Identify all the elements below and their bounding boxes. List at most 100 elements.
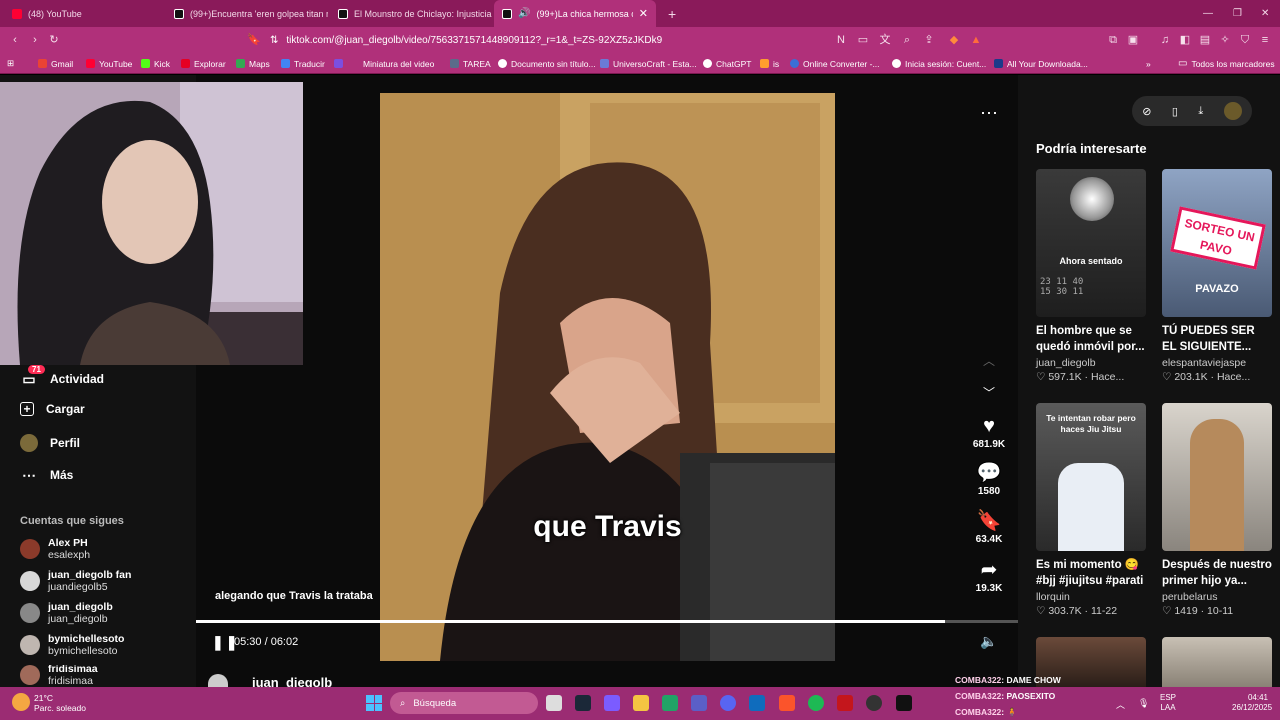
following-account[interactable]: bymichellesoto bymichellesoto: [20, 633, 124, 657]
teams-icon[interactable]: [691, 695, 707, 711]
previous-video-icon[interactable]: ︿: [983, 352, 995, 369]
more-options-icon[interactable]: ⋯: [980, 104, 998, 122]
close-tab-icon[interactable]: ✕: [639, 7, 648, 20]
video-progress-track[interactable]: [196, 620, 1018, 623]
apps-icon[interactable]: ⊞: [7, 57, 14, 70]
like-button[interactable]: ♥ 681.9K: [968, 415, 1010, 450]
sidebar-item-cargar[interactable]: + Cargar: [20, 402, 85, 416]
extensions-icon[interactable]: ⧉: [1106, 33, 1120, 47]
following-account[interactable]: juan_diegolb juan_diegolb: [20, 601, 113, 625]
ghub-icon[interactable]: [896, 695, 912, 711]
youtube-icon: [12, 8, 22, 19]
bookmark-documento[interactable]: Documento sin título...: [498, 57, 596, 70]
zoom-icon[interactable]: ⌕: [900, 33, 914, 47]
bookmark-maps[interactable]: Maps: [236, 57, 270, 70]
media-icon[interactable]: ♫: [1158, 33, 1172, 47]
bookmark-page-icon[interactable]: 🔖: [247, 33, 261, 47]
maximize-button[interactable]: ❐: [1225, 0, 1249, 27]
brave-icon[interactable]: [779, 695, 795, 711]
obs-icon[interactable]: [866, 695, 882, 711]
bookmark-all-your-downloads[interactable]: All Your Downloada...: [994, 57, 1088, 70]
recommend-card-partial[interactable]: [1162, 637, 1272, 687]
author-name[interactable]: juan_diegolb: [252, 675, 332, 687]
bookmark-miniatura[interactable]: Miniatura del video: [334, 57, 434, 70]
taskbar-search[interactable]: ⌕ Búsqueda: [390, 692, 538, 714]
following-account[interactable]: juan_diegolb fan juandiegolb5: [20, 569, 131, 593]
close-window-button[interactable]: ✕: [1253, 0, 1277, 27]
tab-tiktok-1[interactable]: (99+)Encuentra 'eren golpea titan m: [166, 0, 328, 27]
download-icon[interactable]: ⤓: [1198, 105, 1203, 118]
bookmark-tarea[interactable]: TAREA: [450, 57, 491, 70]
bookmark-is[interactable]: is: [760, 57, 779, 70]
share-icon[interactable]: ⇪: [922, 33, 936, 47]
following-account[interactable]: fridisimaa fridisimaa: [20, 665, 98, 685]
discord-icon[interactable]: [720, 695, 736, 711]
bookmark-universocraft[interactable]: UniversoCraft - Esta...: [600, 57, 697, 70]
excel-icon[interactable]: [662, 695, 678, 711]
clock[interactable]: 04:41 26/12/2025: [1232, 693, 1272, 713]
task-view-icon[interactable]: [546, 695, 562, 711]
bookmark-traducir[interactable]: Traducir: [281, 57, 325, 70]
file-explorer-icon[interactable]: [633, 695, 649, 711]
sidebar-item-mas[interactable]: ⋯ Más: [20, 466, 73, 484]
volume-icon[interactable]: 🔈: [980, 633, 997, 650]
user-avatar[interactable]: [1223, 102, 1242, 120]
game-icon[interactable]: [837, 695, 853, 711]
recommend-card[interactable]: Ahora sentado 23 11 40 15 30 11 El hombr…: [1036, 169, 1146, 383]
video-frame[interactable]: [380, 93, 835, 661]
leo-icon[interactable]: ✧: [1218, 33, 1232, 47]
windows-start-icon[interactable]: [366, 695, 382, 711]
cast-icon[interactable]: ▭: [856, 33, 870, 47]
comment-button[interactable]: 💬 1580: [968, 462, 1010, 497]
back-icon[interactable]: ‹: [8, 33, 22, 47]
recommend-card[interactable]: Después de nuestro primer hijo ya... per…: [1162, 403, 1272, 617]
bookmark-online-converter[interactable]: Online Converter -...: [790, 57, 880, 70]
bookmark-chatgpt[interactable]: ChatGPT: [703, 57, 751, 70]
bookmark-youtube[interactable]: YouTube: [86, 57, 132, 70]
sidebar-item-actividad[interactable]: ▭ 71 Actividad: [20, 365, 104, 388]
tray-chevron-icon[interactable]: ︿: [1116, 698, 1125, 711]
share-button[interactable]: ➦ 19.3K: [968, 559, 1010, 594]
weather-widget[interactable]: 21°C Parc. soleado: [34, 693, 86, 713]
next-video-icon[interactable]: ﹀: [983, 384, 995, 401]
tab-tiktok-2[interactable]: El Mounstro de Chiclayo: Injusticia en: [330, 0, 492, 27]
bookmark-explorar[interactable]: Explorar: [181, 57, 226, 70]
weather-icon[interactable]: [12, 693, 30, 711]
bookmark-kick[interactable]: Kick: [141, 57, 170, 70]
spotify-icon[interactable]: [808, 695, 824, 711]
tab-youtube[interactable]: (48) YouTube: [4, 0, 164, 27]
device-icon[interactable]: ▯: [1172, 105, 1178, 118]
save-button[interactable]: 🔖 63.4K: [968, 510, 1010, 545]
bookmark-inicia-sesion[interactable]: Inicia sesión: Cuent...: [892, 57, 986, 70]
recommend-card[interactable]: SORTEO UN PAVO PAVAZO TÚ PUEDES SER EL S…: [1162, 169, 1272, 383]
reload-icon[interactable]: ↻: [47, 33, 61, 47]
forward-icon[interactable]: ›: [28, 33, 42, 47]
bookmarks-folder[interactable]: ▭ Todos los marcadores: [1178, 57, 1275, 70]
wallet2-icon[interactable]: ▤: [1198, 33, 1212, 47]
new-tab-button[interactable]: +: [660, 0, 682, 27]
vpn-icon[interactable]: ⛉: [1238, 33, 1252, 47]
sidebar-icon[interactable]: ◧: [1178, 33, 1192, 47]
brave-rewards-icon[interactable]: ▲: [969, 33, 983, 47]
recommend-card[interactable]: Te intentan robar pero haces Jiu Jitsu E…: [1036, 403, 1146, 617]
sidebar-item-perfil[interactable]: Perfil: [20, 434, 80, 452]
bookmark-gmail[interactable]: Gmail: [38, 57, 73, 70]
mail-icon[interactable]: [749, 695, 765, 711]
tab-tiktok-active[interactable]: 🔊 (99+)La chica hermosa con u ✕: [494, 0, 656, 27]
site-info-icon[interactable]: ⇅: [270, 35, 278, 46]
copilot-icon[interactable]: [604, 695, 620, 711]
author-avatar[interactable]: [208, 674, 228, 687]
minimize-button[interactable]: —: [1195, 0, 1219, 27]
brave-shield-icon[interactable]: ◆: [947, 33, 961, 47]
more-bookmarks-icon[interactable]: »: [1146, 57, 1151, 70]
menu-icon[interactable]: ≡: [1258, 33, 1272, 47]
chat-line: COMBA322: DAME CHOW: [955, 675, 1061, 685]
language-indicator[interactable]: ESP LAA: [1160, 693, 1176, 713]
microphone-icon[interactable]: 🎙: [1138, 698, 1149, 709]
wallet-icon[interactable]: ▣: [1126, 33, 1140, 47]
compass-icon[interactable]: ⊘: [1142, 105, 1151, 118]
no-cookies-icon[interactable]: N: [834, 33, 848, 47]
translate-icon[interactable]: 文: [878, 33, 892, 47]
following-account[interactable]: Alex PH esalexph: [20, 537, 90, 561]
steam-icon[interactable]: [575, 695, 591, 711]
